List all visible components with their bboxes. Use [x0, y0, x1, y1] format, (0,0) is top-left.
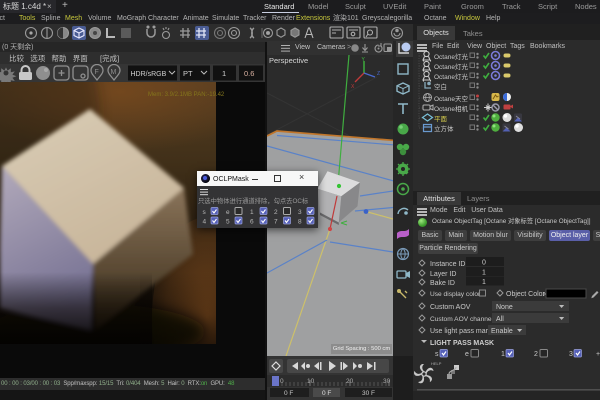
- svg-text:F: F: [95, 69, 99, 76]
- svg-text:LIGHT PASS MASK: LIGHT PASS MASK: [430, 340, 494, 347]
- svg-text:e: e: [465, 351, 469, 358]
- svg-text:7: 7: [274, 219, 278, 226]
- svg-text:空白: 空白: [434, 82, 447, 91]
- svg-text:+: +: [596, 351, 600, 358]
- svg-text:PT: PT: [183, 69, 193, 78]
- svg-text:HELP: HELP: [431, 361, 442, 366]
- svg-text:Layer ID: Layer ID: [430, 271, 456, 278]
- svg-text:s: s: [203, 209, 207, 216]
- svg-text:平面: 平面: [434, 115, 448, 123]
- svg-text:5: 5: [226, 219, 230, 226]
- svg-text:8: 8: [298, 219, 302, 226]
- svg-text:s: s: [435, 351, 439, 358]
- svg-text:0.6: 0.6: [244, 69, 254, 78]
- svg-text:0 F: 0 F: [284, 390, 293, 397]
- svg-text:Z: Z: [377, 71, 380, 77]
- svg-text:6: 6: [250, 219, 254, 226]
- svg-text:Use display color: Use display color: [430, 291, 481, 298]
- svg-text:3: 3: [298, 209, 302, 216]
- svg-text:Octane灯光: Octane灯光: [434, 52, 468, 61]
- svg-text:2: 2: [274, 209, 278, 216]
- svg-text:2: 2: [534, 351, 538, 358]
- svg-text:4: 4: [203, 219, 207, 226]
- svg-text:Octane天空: Octane天空: [434, 94, 468, 103]
- svg-text:M: M: [111, 69, 117, 76]
- svg-text:Use light pass mark: Use light pass mark: [430, 328, 492, 335]
- svg-text:Instance ID: Instance ID: [430, 261, 465, 268]
- svg-text:1: 1: [482, 279, 486, 286]
- svg-text:All: All: [496, 316, 504, 323]
- svg-text:1: 1: [222, 69, 226, 78]
- svg-text:30 F: 30 F: [362, 390, 375, 397]
- svg-text:立方体: 立方体: [434, 124, 454, 133]
- svg-text:Object Color: Object Color: [506, 291, 546, 298]
- svg-text:1: 1: [250, 209, 254, 216]
- svg-text:Octane灯光: Octane灯光: [434, 72, 468, 81]
- svg-text:HDR/sRGB: HDR/sRGB: [131, 71, 167, 78]
- svg-text:e: e: [226, 209, 230, 216]
- svg-text:0: 0: [482, 260, 486, 267]
- svg-text:Octane灯光: Octane灯光: [434, 62, 468, 71]
- svg-text:1: 1: [501, 351, 505, 358]
- svg-text:30: 30: [383, 378, 391, 385]
- svg-text:Custom AOV: Custom AOV: [430, 304, 471, 311]
- svg-text:1: 1: [482, 270, 486, 277]
- svg-text:20: 20: [346, 378, 354, 385]
- svg-text:0 F: 0 F: [322, 390, 331, 397]
- svg-text:Custom AOV channel: Custom AOV channel: [430, 316, 494, 323]
- svg-text:Enable: Enable: [491, 328, 513, 335]
- svg-text:None: None: [496, 304, 513, 311]
- svg-text:10: 10: [307, 378, 315, 385]
- svg-text:Bake ID: Bake ID: [430, 280, 455, 287]
- svg-text:0: 0: [280, 378, 284, 385]
- svg-text:3: 3: [569, 351, 573, 358]
- svg-text:Octane相机: Octane相机: [434, 104, 468, 113]
